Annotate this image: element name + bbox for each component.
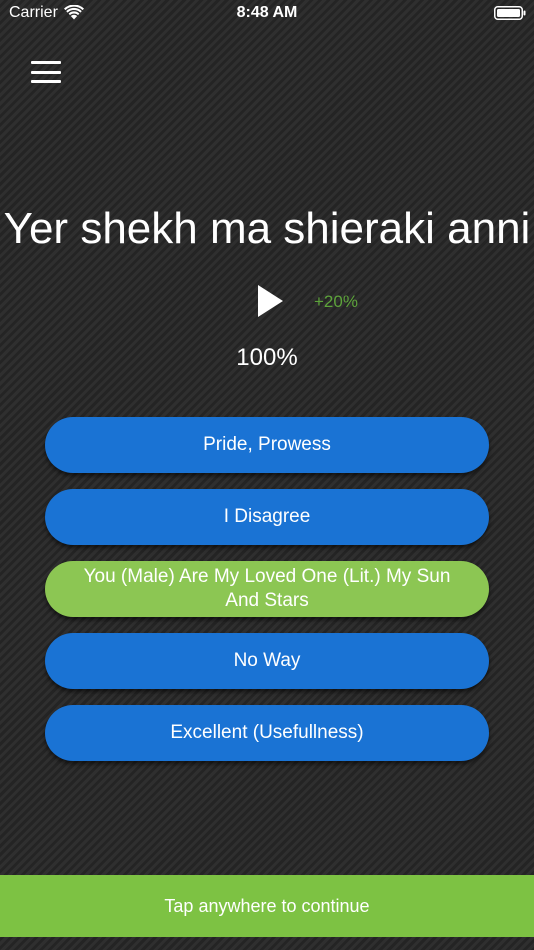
option-button[interactable]: I Disagree [45, 489, 489, 545]
menu-button[interactable] [24, 54, 68, 90]
battery-icon [494, 6, 526, 20]
answer-options: Pride, Prowess I Disagree You (Male) Are… [45, 417, 489, 777]
status-bar: Carrier 8:48 AM [0, 0, 534, 28]
hamburger-menu-icon [31, 61, 61, 83]
option-button[interactable]: No Way [45, 633, 489, 689]
phrase-text: Yer shekh ma shieraki anni [3, 204, 531, 253]
progress-percent: 100% [236, 344, 298, 371]
option-button-correct[interactable]: You (Male) Are My Loved One (Lit.) My Su… [45, 561, 489, 617]
option-button[interactable]: Pride, Prowess [45, 417, 489, 473]
continue-button[interactable]: Tap anywhere to continue [0, 875, 534, 937]
play-icon[interactable] [252, 282, 288, 320]
speed-boost-button[interactable]: +20% [314, 292, 358, 312]
status-time: 8:48 AM [236, 4, 298, 21]
option-button[interactable]: Excellent (Usefullness) [45, 705, 489, 761]
